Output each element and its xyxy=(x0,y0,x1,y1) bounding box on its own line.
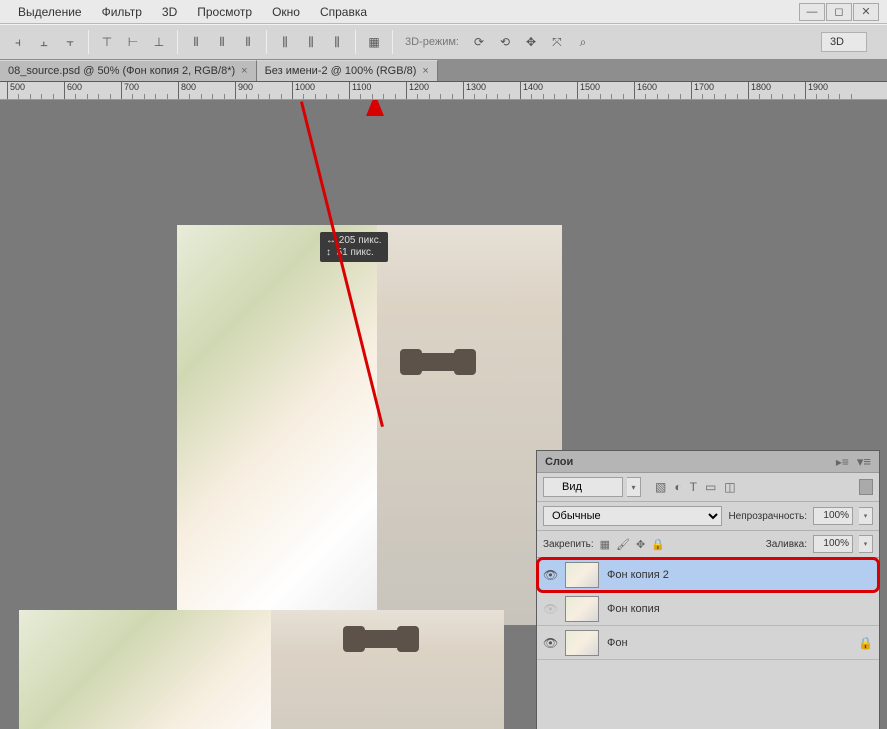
layer-visibility-icon[interactable]: 👁 xyxy=(543,636,557,650)
filter-shape-icon[interactable]: ▭ xyxy=(705,480,716,494)
document-tab-1[interactable]: 08_source.psd @ 50% (Фон копия 2, RGB/8*… xyxy=(0,60,257,81)
panel-menu-icon[interactable]: ▾≡ xyxy=(857,454,871,470)
horizontal-ruler[interactable]: 4005006007008009001000110012001300140015… xyxy=(0,82,887,100)
document-tab-bar: 08_source.psd @ 50% (Фон копия 2, RGB/8*… xyxy=(0,60,887,82)
restore-button[interactable]: ◻ xyxy=(826,3,852,21)
layers-filter-row: ▾ ▧ ◐ T ▭ ◫ xyxy=(537,473,879,502)
filter-smart-icon[interactable]: ◫ xyxy=(724,480,735,494)
menu-window[interactable]: Окно xyxy=(262,2,310,22)
filter-image-icon[interactable]: ▧ xyxy=(655,480,666,494)
layers-lock-row: Закрепить: ▦ 🖌 ✥ 🔒 Заливка: 100% ▾ xyxy=(537,531,879,558)
filter-toggle[interactable] xyxy=(859,479,873,495)
menu-3d[interactable]: 3D xyxy=(152,2,187,22)
menu-help[interactable]: Справка xyxy=(310,2,377,22)
slide-icon[interactable]: ⤧ xyxy=(545,30,569,54)
layer-thumbnail[interactable] xyxy=(565,596,599,622)
distribute-h1-icon[interactable]: ⫴ xyxy=(184,30,208,54)
layer-thumbnail[interactable] xyxy=(565,562,599,588)
layer-name[interactable]: Фон xyxy=(607,637,628,649)
tab-label: Без имени-2 @ 100% (RGB/8) xyxy=(265,65,417,77)
lock-all-icon[interactable]: 🔒 xyxy=(651,538,665,551)
filter-dropdown-icon[interactable]: ▾ xyxy=(627,477,641,497)
roll-icon[interactable]: ⟲ xyxy=(493,30,517,54)
orbit-icon[interactable]: ⟳ xyxy=(467,30,491,54)
ruler-tick: 800 xyxy=(178,82,196,100)
distribute-h2-icon[interactable]: ⫴ xyxy=(210,30,234,54)
distribute-v2-icon[interactable]: ⫼ xyxy=(299,30,323,54)
fill-label: Заливка: xyxy=(766,539,807,550)
align-bottom-icon[interactable]: ⊥ xyxy=(147,30,171,54)
panel-collapse-icon[interactable]: ▸≡ xyxy=(836,455,849,469)
minimize-button[interactable]: — xyxy=(799,3,825,21)
align-center-h-icon[interactable]: ⫠ xyxy=(32,30,56,54)
layers-panel: Слои ▸≡ ▾≡ ▾ ▧ ◐ T ▭ ◫ Обычные Непрозрач… xyxy=(536,450,880,729)
menu-selection[interactable]: Выделение xyxy=(8,2,92,22)
opacity-dropdown-icon[interactable]: ▾ xyxy=(859,507,873,525)
menu-view[interactable]: Просмотр xyxy=(187,2,262,22)
layer-thumbnail[interactable] xyxy=(565,630,599,656)
distribute-v3-icon[interactable]: ⫼ xyxy=(325,30,349,54)
layer-filter-input[interactable] xyxy=(543,477,623,497)
tab-close-icon[interactable]: × xyxy=(241,65,247,77)
lock-label: Закрепить: xyxy=(543,539,594,550)
pan-icon[interactable]: ✥ xyxy=(519,30,543,54)
canvas-area[interactable]: ↔ 205 пикс. ↕ 51 пикс. Слои ▸≡ ▾≡ ▾ ▧ ◐ … xyxy=(0,100,887,729)
filter-adjustment-icon[interactable]: ◐ xyxy=(674,480,681,494)
ruler-tick: 700 xyxy=(121,82,139,100)
fill-value[interactable]: 100% xyxy=(813,535,853,553)
layers-panel-header[interactable]: Слои ▸≡ ▾≡ xyxy=(537,451,879,473)
zoom3d-icon[interactable]: ⌕ xyxy=(571,30,595,54)
opacity-label: Непрозрачность: xyxy=(728,511,807,522)
autoalign-icon[interactable]: ▦ xyxy=(362,30,386,54)
align-right-icon[interactable]: ⫟ xyxy=(58,30,82,54)
fill-dropdown-icon[interactable]: ▾ xyxy=(859,535,873,553)
options-bar: ⫞ ⫠ ⫟ ⊤ ⊢ ⊥ ⫴ ⫴ ⫴ ⫼ ⫼ ⫼ ▦ 3D-режим: ⟳ ⟲ … xyxy=(0,24,887,60)
align-left-icon[interactable]: ⫞ xyxy=(6,30,30,54)
layer-visibility-icon[interactable]: 👁 xyxy=(543,602,557,616)
lock-pixels-icon[interactable]: ▦ xyxy=(600,538,610,551)
document-image-secondary[interactable] xyxy=(19,610,504,729)
distribute-h3-icon[interactable]: ⫴ xyxy=(236,30,260,54)
layer-name[interactable]: Фон копия 2 xyxy=(607,569,669,581)
layer-list-empty xyxy=(537,660,879,729)
document-image[interactable] xyxy=(177,225,562,625)
layer-visibility-icon[interactable]: 👁 xyxy=(543,568,557,582)
tab-label: 08_source.psd @ 50% (Фон копия 2, RGB/8*… xyxy=(8,65,235,77)
layer-name[interactable]: Фон копия xyxy=(607,603,660,615)
distribute-v1-icon[interactable]: ⫼ xyxy=(273,30,297,54)
tab-close-icon[interactable]: × xyxy=(422,65,428,77)
blend-mode-dropdown[interactable]: Обычные xyxy=(543,506,722,526)
lock-position-icon[interactable]: ✥ xyxy=(636,538,645,551)
annotation-arrow-head xyxy=(366,100,384,116)
menu-filter[interactable]: Фильтр xyxy=(92,2,152,22)
ruler-tick: 900 xyxy=(235,82,253,100)
layer-list: 👁 Фон копия 2 👁 Фон копия 👁 Фон 🔒 xyxy=(537,558,879,660)
layer-lock-icon: 🔒 xyxy=(858,636,873,650)
mode3d-label: 3D-режим: xyxy=(399,36,465,48)
opacity-value[interactable]: 100% xyxy=(813,507,853,525)
layer-row[interactable]: 👁 Фон копия 2 xyxy=(537,558,879,592)
filter-type-icon[interactable]: T xyxy=(690,480,697,494)
menu-bar: Выделение Фильтр 3D Просмотр Окно Справк… xyxy=(0,0,887,24)
layer-row[interactable]: 👁 Фон копия xyxy=(537,592,879,626)
layer-row[interactable]: 👁 Фон 🔒 xyxy=(537,626,879,660)
align-top-icon[interactable]: ⊤ xyxy=(95,30,119,54)
align-middle-icon[interactable]: ⊢ xyxy=(121,30,145,54)
document-tab-2[interactable]: Без имени-2 @ 100% (RGB/8) × xyxy=(257,60,438,81)
lock-paint-icon[interactable]: 🖌 xyxy=(616,538,630,551)
mode3d-dropdown[interactable]: 3D xyxy=(821,32,867,52)
window-controls: — ◻ ✕ xyxy=(799,3,879,21)
close-button[interactable]: ✕ xyxy=(853,3,879,21)
ruler-tick: 500 xyxy=(7,82,25,100)
ruler-tick: 600 xyxy=(64,82,82,100)
layers-blend-row: Обычные Непрозрачность: 100% ▾ xyxy=(537,502,879,531)
move-tooltip: ↔ 205 пикс. ↕ 51 пикс. xyxy=(320,232,388,262)
layers-panel-title: Слои xyxy=(545,456,573,468)
